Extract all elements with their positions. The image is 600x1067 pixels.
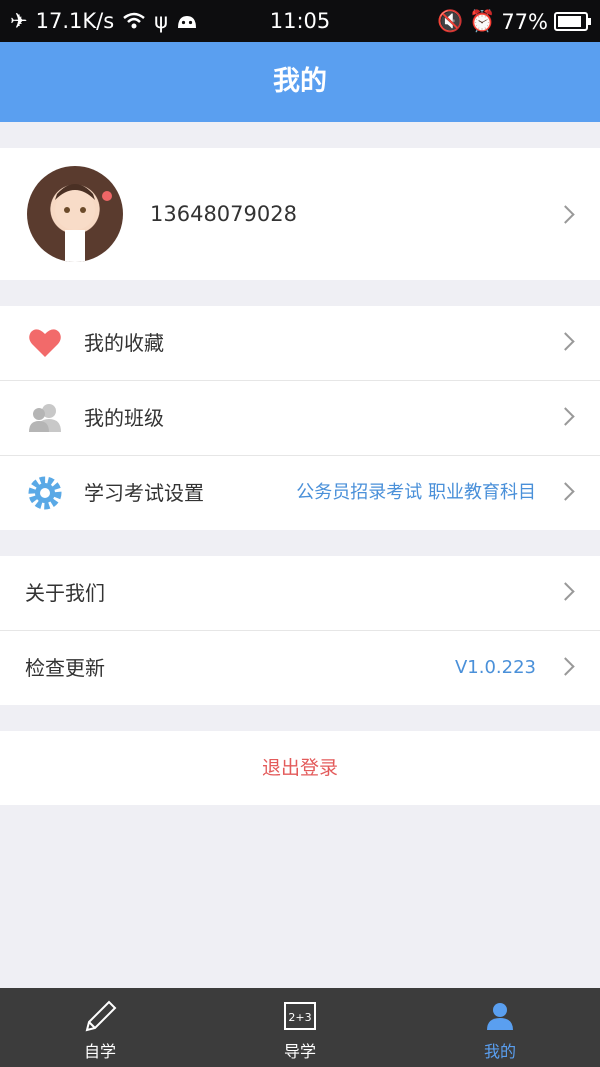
menu-item-about[interactable]: 关于我们 — [0, 556, 600, 631]
mute-icon: 🔇 — [437, 9, 464, 33]
chevron-right-icon — [556, 205, 575, 224]
pencil-icon — [85, 1000, 117, 1032]
version-value: V1.0.223 — [454, 657, 536, 678]
heart-icon — [29, 329, 61, 357]
person-icon — [487, 1003, 513, 1030]
chevron-right-icon — [556, 482, 575, 501]
tab-label: 导学 — [283, 1042, 316, 1061]
battery-icon — [554, 12, 591, 31]
svg-text:2+3: 2+3 — [288, 1011, 311, 1024]
menu-item-my-class[interactable]: 我的班级 — [0, 381, 600, 456]
info-section: 关于我们 检查更新 V1.0.223 — [0, 556, 600, 705]
phone-number: 13648079028 — [150, 202, 297, 226]
chevron-right-icon — [556, 582, 575, 601]
alarm-icon: ⏰ — [469, 9, 496, 33]
tab-guided-study[interactable]: 2+3 导学 — [200, 988, 400, 1067]
board-icon: 2+3 — [284, 1002, 316, 1030]
menu-item-favorites[interactable]: 我的收藏 — [0, 306, 600, 381]
menu-item-check-update[interactable]: 检查更新 V1.0.223 — [0, 631, 600, 705]
chevron-right-icon — [556, 657, 575, 676]
gear-icon — [28, 476, 62, 510]
status-bar: ✈ 17.1K/s ψ 11:05 🔇 ⏰ 77% — [0, 0, 600, 42]
avatar — [27, 166, 123, 262]
tab-bar: 自学 2+3 导学 我的 — [0, 988, 600, 1067]
menu-label-my-class: 我的班级 — [84, 406, 164, 430]
tab-label: 我的 — [483, 1042, 516, 1061]
logout-button[interactable]: 退出登录 — [0, 731, 600, 805]
tab-mine[interactable]: 我的 — [400, 988, 600, 1067]
menu-label-favorites: 我的收藏 — [84, 331, 164, 355]
battery-percent: 77% — [501, 9, 548, 34]
menu-item-exam-settings[interactable]: 学习考试设置 公务员招录考试 职业教育科目 — [0, 456, 600, 530]
menu-label-exam-settings: 学习考试设置 — [84, 481, 204, 505]
chevron-right-icon — [556, 332, 575, 351]
tab-self-study[interactable]: 自学 — [0, 988, 200, 1067]
profile-row[interactable]: 13648079028 — [0, 148, 600, 280]
users-icon — [29, 404, 61, 432]
menu-label-about: 关于我们 — [25, 581, 105, 605]
tab-label: 自学 — [83, 1042, 116, 1061]
menu-section: 我的收藏 我的班级 学习考试设置 公务员招录考试 职业教育科目 — [0, 306, 600, 530]
chevron-right-icon — [556, 407, 575, 426]
menu-label-check-update: 检查更新 — [25, 656, 105, 680]
exam-settings-value: 公务员招录考试 职业教育科目 — [296, 482, 536, 503]
page-title: 我的 — [0, 42, 600, 122]
